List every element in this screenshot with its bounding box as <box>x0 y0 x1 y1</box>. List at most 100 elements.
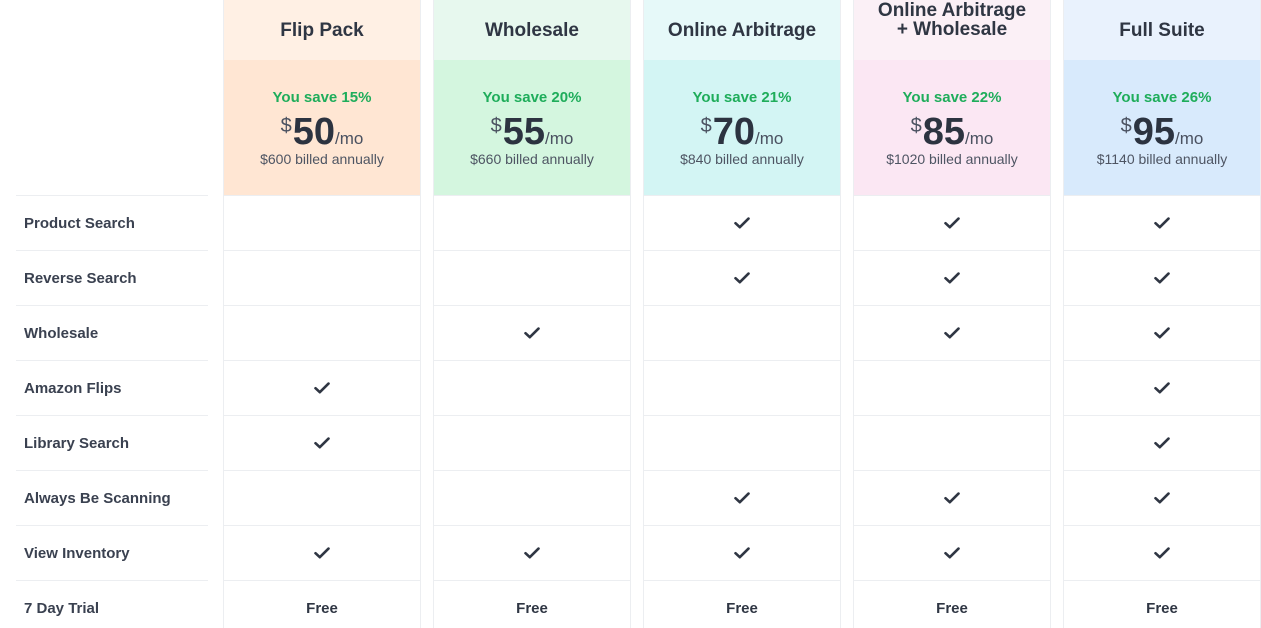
plan-price-panel: You save 21% $70/mo $840 billed annually <box>644 60 840 195</box>
plan-column: Flip Pack You save 15% $50/mo $600 billed a… <box>223 0 421 628</box>
feature-cell <box>644 525 840 580</box>
currency-symbol: $ <box>700 115 712 137</box>
savings-label: You save 15% <box>272 89 372 106</box>
billed-annually-label: $660 billed annually <box>470 151 594 167</box>
price-amount: 85 <box>922 111 966 153</box>
price: $55/mo <box>434 110 630 154</box>
feature-cell <box>1064 305 1260 360</box>
checkmark-icon <box>314 382 330 394</box>
checkmark-icon <box>1154 382 1170 394</box>
price-period: /mo <box>755 129 784 148</box>
plan-name: Flip Pack <box>224 0 420 60</box>
feature-cell <box>644 250 840 305</box>
savings-label: You save 22% <box>902 89 1002 106</box>
checkmark-icon <box>944 492 960 504</box>
feature-label: Wholesale <box>16 305 208 360</box>
plan-column: Online Arbitrage + Wholesale You save 22% $… <box>853 0 1051 628</box>
price-period: /mo <box>335 129 364 148</box>
feature-cell <box>644 415 840 470</box>
trial-value: Free <box>306 599 338 617</box>
plan-name: Full Suite <box>1064 0 1260 60</box>
currency-symbol: $ <box>1120 115 1132 137</box>
feature-cell <box>224 415 420 470</box>
checkmark-icon <box>1154 217 1170 229</box>
feature-cell <box>854 415 1050 470</box>
trial-cell: Free <box>1064 580 1260 628</box>
plan-column: Full Suite You save 26% $95/mo $1140 billed… <box>1063 0 1261 628</box>
feature-cell <box>854 305 1050 360</box>
billed-annually-label: $1020 billed annually <box>886 151 1018 167</box>
plan-column: Online Arbitrage You save 21% $70/mo $840 b… <box>643 0 841 628</box>
plan-title: Full Suite <box>1119 19 1205 41</box>
checkmark-icon <box>1154 547 1170 559</box>
plan-column: Wholesale You save 20% $55/mo $660 billed a… <box>433 0 631 628</box>
feature-list: Product Search Reverse Search Wholesale … <box>16 0 208 628</box>
feature-cell <box>854 525 1050 580</box>
plan-price-panel: You save 15% $50/mo $600 billed annually <box>224 60 420 195</box>
feature-cell <box>1064 415 1260 470</box>
currency-symbol: $ <box>910 115 922 137</box>
billed-annually-label: $600 billed annually <box>260 151 384 167</box>
price: $50/mo <box>224 110 420 154</box>
feature-cell <box>224 360 420 415</box>
checkmark-icon <box>524 327 540 339</box>
feature-cell <box>434 525 630 580</box>
plan-name: Wholesale <box>434 0 630 60</box>
plan-price-panel: You save 26% $95/mo $1140 billed annually <box>1064 60 1260 195</box>
feature-cell <box>224 195 420 250</box>
feature-cell <box>434 470 630 525</box>
billed-annually-label: $1140 billed annually <box>1096 151 1228 167</box>
feature-label: View Inventory <box>16 525 208 580</box>
checkmark-icon <box>944 547 960 559</box>
checkmark-icon <box>734 217 750 229</box>
feature-cell <box>224 305 420 360</box>
feature-cell <box>854 250 1050 305</box>
trial-value: Free <box>936 599 968 617</box>
plan-title-line: + Wholesale <box>896 19 1008 40</box>
plan-title: Online Arbitrage <box>667 19 817 41</box>
feature-cell <box>854 360 1050 415</box>
trial-cell: Free <box>854 580 1050 628</box>
plan-name: Online Arbitrage <box>644 0 840 60</box>
feature-cell <box>1064 525 1260 580</box>
feature-cell <box>644 470 840 525</box>
savings-label: You save 20% <box>482 89 582 106</box>
feature-cell <box>644 360 840 415</box>
feature-cell <box>224 525 420 580</box>
price: $95/mo <box>1064 110 1260 154</box>
price: $85/mo <box>854 110 1050 154</box>
checkmark-icon <box>1154 272 1170 284</box>
trial-value: Free <box>516 599 548 617</box>
trial-value: Free <box>1146 599 1178 617</box>
plan-title-line: Online Arbitrage <box>877 0 1027 21</box>
plan-name: Online Arbitrage + Wholesale <box>854 0 1050 60</box>
feature-label: 7 Day Trial <box>16 580 208 628</box>
checkmark-icon <box>1154 492 1170 504</box>
feature-cell <box>854 195 1050 250</box>
billed-annually-label: $840 billed annually <box>680 151 804 167</box>
feature-cell <box>434 360 630 415</box>
feature-label: Reverse Search <box>16 250 208 305</box>
currency-symbol: $ <box>280 115 292 137</box>
trial-cell: Free <box>434 580 630 628</box>
feature-cell <box>224 470 420 525</box>
plan-price-panel: You save 22% $85/mo $1020 billed annually <box>854 60 1050 195</box>
checkmark-icon <box>734 547 750 559</box>
feature-cell <box>1064 250 1260 305</box>
savings-label: You save 21% <box>692 89 792 106</box>
checkmark-icon <box>944 327 960 339</box>
feature-label: Product Search <box>16 195 208 250</box>
checkmark-icon <box>734 272 750 284</box>
price-period: /mo <box>545 129 574 148</box>
trial-cell: Free <box>644 580 840 628</box>
plan-title: Flip Pack <box>280 19 364 41</box>
feature-label: Always Be Scanning <box>16 470 208 525</box>
plan-title: Wholesale <box>485 19 579 41</box>
feature-cell <box>434 305 630 360</box>
feature-cell <box>1064 470 1260 525</box>
checkmark-icon <box>944 217 960 229</box>
checkmark-icon <box>314 437 330 449</box>
feature-cell <box>1064 360 1260 415</box>
price-period: /mo <box>1175 129 1204 148</box>
checkmark-icon <box>944 272 960 284</box>
